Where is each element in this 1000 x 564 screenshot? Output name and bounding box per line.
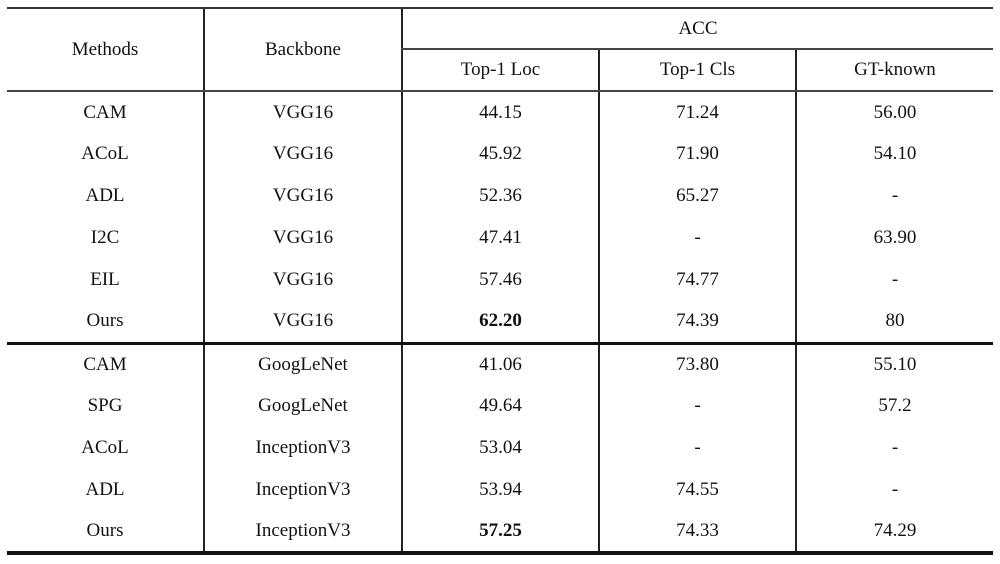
header-acc-group: ACC: [401, 7, 993, 50]
backbone-cell: VGG16: [203, 133, 402, 175]
top1-cls-cell: 74.55: [598, 469, 796, 511]
header-methods: Methods: [7, 7, 204, 92]
gt-known-cell: -: [795, 259, 993, 301]
method-cell: Ours: [7, 301, 204, 345]
table-row: SPG GoogLeNet 49.64-57.2: [7, 385, 993, 427]
gt-known-cell: 57.2: [795, 385, 993, 427]
gt-known-cell: 80: [795, 301, 993, 345]
top1-loc-cell: 53.94: [401, 469, 599, 511]
backbone-cell: InceptionV3: [203, 511, 402, 555]
top1-loc-cell: 62.20: [401, 301, 599, 345]
table-row: ADL VGG16 52.36 65.27-: [7, 175, 993, 217]
gt-known-cell: 56.00: [795, 91, 993, 133]
results-table: Methods Backbone ACC Top-1 Loc Top-1 Cls…: [7, 7, 993, 555]
method-cell: EIL: [90, 269, 120, 290]
gt-known-cell: 63.90: [795, 217, 993, 259]
backbone-cell: VGG16: [203, 301, 402, 345]
top1-loc-cell: 47.41: [401, 217, 599, 259]
top1-cls-cell: -: [598, 385, 796, 427]
method-cell: CAM: [83, 353, 127, 375]
header-top1-cls: Top-1 Cls: [598, 48, 796, 92]
method-cell: CAM: [83, 101, 127, 123]
top1-loc-cell: 41.06: [401, 343, 599, 385]
header-gt-known: GT-known: [795, 48, 993, 92]
gt-known-cell: 54.10: [795, 133, 993, 175]
table-row: CAM GoogLeNet 41.06 73.80 55.10: [7, 343, 993, 385]
googlenet-inception-group: CAM GoogLeNet 41.06 73.80 55.10 SPG GoogLeNet 4…: [7, 343, 993, 555]
method-cell: I2C: [90, 227, 120, 248]
top1-cls-cell: 74.39: [598, 301, 796, 345]
top1-cls-cell: 73.80: [598, 343, 796, 385]
header-backbone: Backbone: [203, 7, 402, 92]
gt-known-cell: -: [795, 427, 993, 469]
backbone-cell: GoogLeNet: [203, 343, 402, 385]
top1-loc-cell: 44.15: [401, 91, 599, 133]
top1-cls-cell: 71.90: [598, 133, 796, 175]
method-cell: ADL: [85, 185, 125, 206]
backbone-cell: VGG16: [203, 217, 402, 259]
top1-cls-cell: 74.33: [598, 511, 796, 555]
vgg16-group: CAM VGG16 44.15 71.24 56.00 ACoL VGG16 45.92 71.…: [7, 91, 993, 345]
top1-cls-cell: 74.77: [598, 259, 796, 301]
top1-loc-cell: 45.92: [401, 133, 599, 175]
top1-cls-cell: 65.27: [598, 175, 796, 217]
table-row: Ours InceptionV3 57.25 74.33 74.29: [7, 511, 993, 555]
method-cell: ADL: [85, 479, 125, 500]
top1-loc-cell: 53.04: [401, 427, 599, 469]
backbone-cell: VGG16: [203, 259, 402, 301]
top1-loc-cell: 49.64: [401, 385, 599, 427]
top1-cls-cell: -: [598, 217, 796, 259]
top1-cls-cell: -: [598, 427, 796, 469]
gt-known-cell: 74.29: [795, 511, 993, 555]
backbone-cell: InceptionV3: [203, 469, 402, 511]
gt-known-cell: -: [795, 469, 993, 511]
backbone-cell: VGG16: [203, 91, 402, 133]
method-cell: ACoL: [81, 143, 129, 164]
top1-loc-cell: 57.46: [401, 259, 599, 301]
gt-known-cell: -: [795, 175, 993, 217]
table-row: CAM VGG16 44.15 71.24 56.00: [7, 91, 993, 133]
table-row: I2C VGG16 47.41-63.90: [7, 217, 993, 259]
backbone-cell: GoogLeNet: [203, 385, 402, 427]
method-cell: SPG: [87, 395, 123, 416]
gt-known-cell: 55.10: [795, 343, 993, 385]
table-row: ACoL VGG16 45.92 71.90 54.10: [7, 133, 993, 175]
method-cell: Ours: [7, 511, 204, 555]
table-row: EIL VGG16 57.46 74.77-: [7, 259, 993, 301]
top1-cls-cell: 71.24: [598, 91, 796, 133]
top1-loc-cell: 52.36: [401, 175, 599, 217]
table-row: Ours VGG16 62.20 74.39 80: [7, 301, 993, 345]
backbone-cell: InceptionV3: [203, 427, 402, 469]
backbone-cell: VGG16: [203, 175, 402, 217]
method-cell: ACoL: [81, 437, 129, 458]
header-top1-loc: Top-1 Loc: [401, 48, 599, 92]
table-header: Methods Backbone ACC Top-1 Loc Top-1 Cls…: [7, 7, 993, 92]
table-row: ADL InceptionV3 53.94 74.55-: [7, 469, 993, 511]
table-row: ACoL InceptionV3 53.04- -: [7, 427, 993, 469]
top1-loc-cell: 57.25: [401, 511, 599, 555]
